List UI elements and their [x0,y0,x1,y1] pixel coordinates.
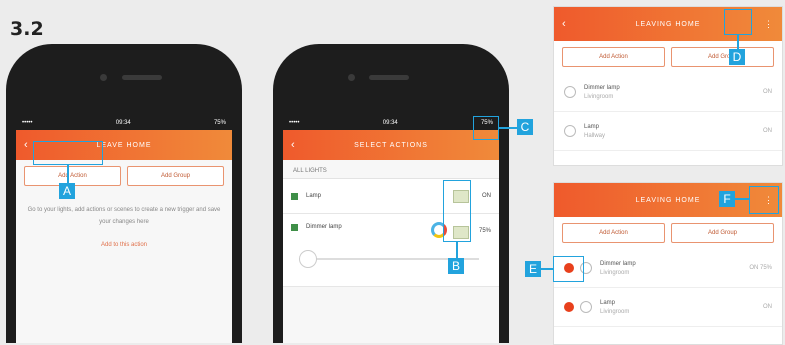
callout-e-line [541,268,553,270]
screen-title: LEAVING HOME [635,20,701,28]
callout-c-line [499,127,517,129]
callout-a-highlight [33,141,103,165]
earpiece [122,75,162,80]
status-bar: ••••• 09:34 75% [283,116,499,130]
status-bar: ••••• 09:34 75% [16,116,232,130]
callout-c-highlight [473,116,499,140]
phone-leave-home: ••••• 09:34 75% ‹ LEAVE HOME Add Action Ad… [6,44,242,343]
callout-a-line [67,165,69,183]
row-value: ON [763,304,772,310]
light-value: ON [482,193,491,199]
callout-e-label: E [525,261,541,277]
add-group-button[interactable]: Add Group [127,166,224,186]
light-name: Lamp [306,193,322,199]
back-icon[interactable]: ‹ [291,139,296,151]
callout-b-highlight [443,180,471,242]
bulb-icon [580,301,592,313]
back-icon[interactable]: ‹ [562,18,567,30]
callout-d-line [737,35,739,49]
section-header: ALL LIGHTS [283,160,499,179]
add-action-button[interactable]: Add Action [562,47,665,67]
bulb-icon [564,86,576,98]
callout-f-highlight [749,186,779,214]
screen-title: LEAVE HOME [96,141,152,149]
app-header: ‹ SELECT ACTIONS [283,130,499,160]
callout-b-label: B [448,258,464,274]
row-value: ON 75% [749,265,772,271]
callout-d-highlight [724,9,752,35]
delete-icon[interactable] [564,302,574,312]
more-icon[interactable]: ⋮ [764,19,774,30]
row-value: ON [763,89,772,95]
action-row[interactable]: Lamp Hallway ON [554,112,782,151]
tab-bar: Add Action Add Group [554,41,782,73]
action-row[interactable]: Dimmer lamp Livingroom ON 75% [554,249,782,288]
callout-a-label: A [59,183,75,199]
callout-d-label: D [729,49,745,65]
callout-c-label: C [517,119,533,135]
callout-e-highlight [553,256,584,282]
bulb-icon [564,125,576,137]
empty-state-text: Go to your lights, add actions or scenes… [27,207,221,225]
row-value: ON [763,128,772,134]
action-row[interactable]: Dimmer lamp Livingroom ON [554,73,782,112]
add-group-button[interactable]: Add Group [671,47,774,67]
step-number: 3.2 [10,18,44,40]
add-action-link[interactable]: Add to this action [16,242,232,248]
callout-f-line [735,198,749,200]
phone-select-actions: ••••• 09:34 75% ‹ SELECT ACTIONS ALL LIGHT… [273,44,509,343]
light-icon [291,192,298,200]
add-group-button[interactable]: Add Group [671,223,774,243]
callout-f-label: F [719,191,735,207]
camera [100,74,107,81]
screen-title: LEAVING HOME [635,196,701,204]
screen-title: SELECT ACTIONS [354,141,428,149]
light-value: 75% [478,228,491,234]
earpiece [369,75,409,80]
action-row[interactable]: Lamp Livingroom ON [554,288,782,327]
slider-knob[interactable] [299,250,317,268]
light-icon [291,224,298,231]
light-name: Dimmer lamp [306,224,342,230]
back-icon[interactable]: ‹ [24,139,29,151]
callout-b-line [456,242,458,258]
camera [348,74,355,81]
add-action-button[interactable]: Add Action [562,223,665,243]
tab-bar: Add Action Add Group [554,217,782,249]
app-header: LEAVING HOME ⋮ [554,183,782,217]
